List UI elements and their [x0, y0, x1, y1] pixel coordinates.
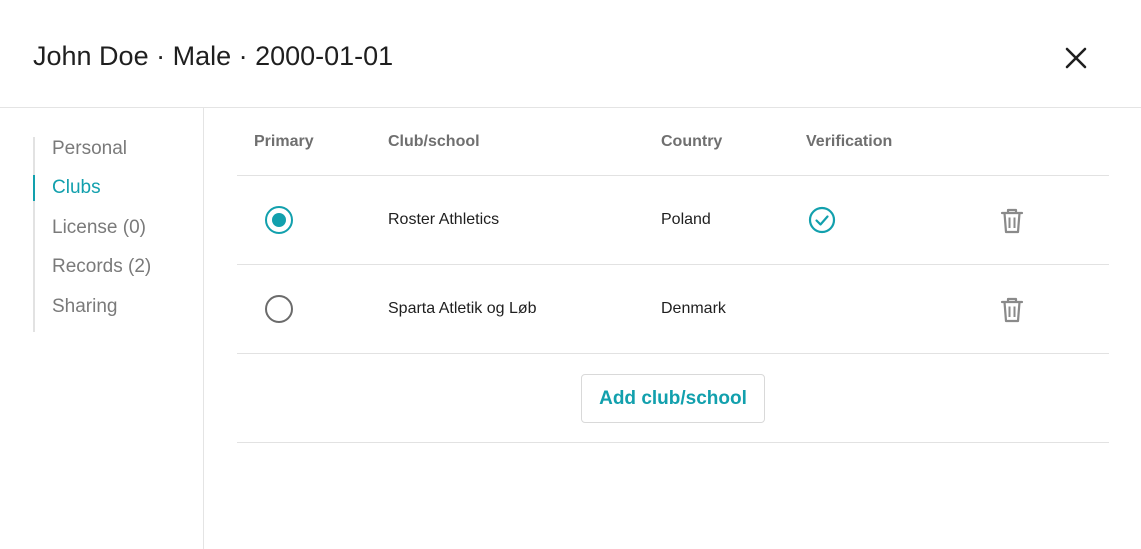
sidebar-item-records[interactable]: Records (2)	[33, 254, 151, 280]
clubs-panel: Primary Club/school Country Verification…	[237, 108, 1109, 549]
column-header-primary: Primary	[254, 133, 314, 150]
sidebar-item-sharing[interactable]: Sharing	[33, 294, 118, 320]
club-country: Poland	[661, 211, 711, 228]
sidebar-item-personal[interactable]: Personal	[33, 136, 127, 162]
table-divider	[237, 442, 1109, 443]
check-circle-icon	[808, 206, 836, 234]
close-button[interactable]	[1060, 42, 1092, 74]
sidebar-item-license[interactable]: License (0)	[33, 215, 146, 241]
page-title: John Doe · Male · 2000-01-01	[33, 41, 394, 71]
club-country: Denmark	[661, 300, 726, 317]
table-divider	[237, 353, 1109, 354]
club-name: Roster Athletics	[388, 211, 500, 228]
dialog-header: John Doe · Male · 2000-01-01	[0, 0, 1141, 108]
trash-icon[interactable]	[999, 207, 1025, 235]
primary-radio[interactable]	[265, 206, 293, 234]
sidebar-item-clubs[interactable]: Clubs	[33, 175, 101, 201]
trash-icon[interactable]	[999, 296, 1025, 324]
column-header-country: Country	[661, 133, 723, 150]
column-header-verification: Verification	[806, 133, 893, 150]
primary-radio[interactable]	[265, 295, 293, 323]
column-header-club: Club/school	[388, 133, 480, 150]
close-icon	[1065, 47, 1087, 69]
add-club-button[interactable]: Add club/school	[581, 374, 765, 423]
sidebar-nav: Personal Clubs License (0) Records (2) S…	[0, 108, 204, 549]
table-row: Sparta Atletik og Løb Denmark	[237, 265, 1109, 353]
table-row: Roster Athletics Poland	[237, 176, 1109, 264]
club-name: Sparta Atletik og Løb	[388, 300, 537, 317]
